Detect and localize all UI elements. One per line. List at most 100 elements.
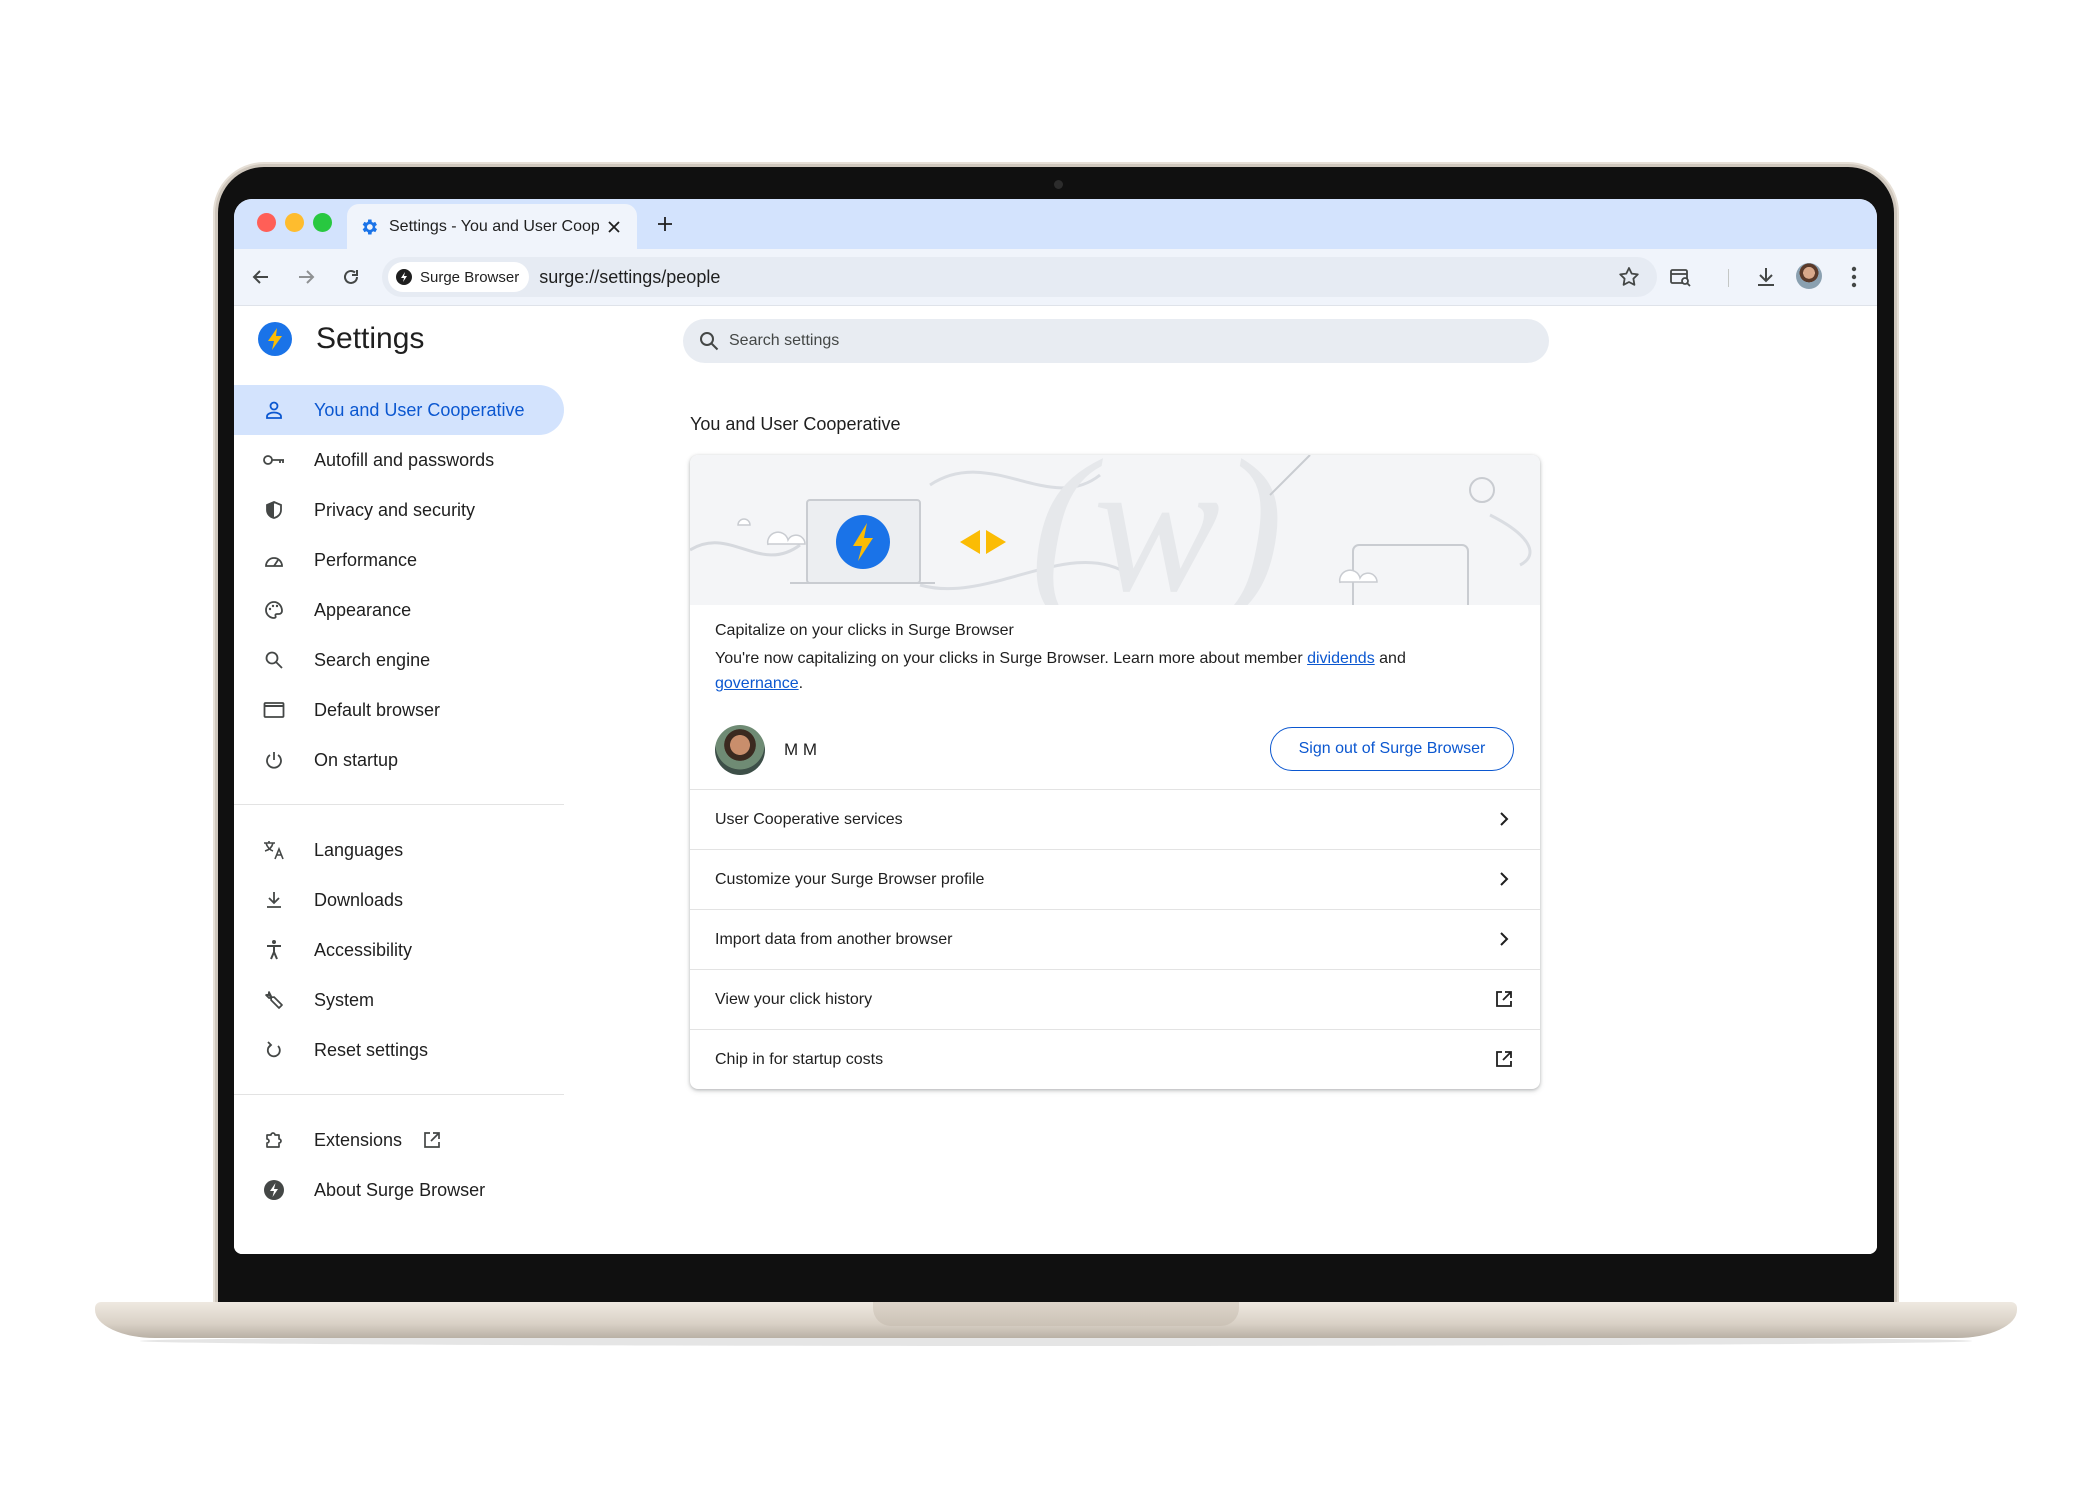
sidebar-item-label: Accessibility <box>314 939 413 960</box>
row-label: User Cooperative services <box>715 810 903 828</box>
card-heading: Capitalize on your clicks in Surge Brows… <box>715 622 1014 639</box>
sidebar-item-on-startup[interactable]: On startup <box>234 735 564 785</box>
minimize-window-button[interactable] <box>285 213 304 232</box>
dividends-link[interactable]: dividends <box>1307 650 1375 667</box>
close-window-button[interactable] <box>257 213 276 232</box>
avatar <box>715 725 765 775</box>
sidebar-item-privacy[interactable]: Privacy and security <box>234 485 564 535</box>
search-box[interactable] <box>683 319 1549 363</box>
sidebar-item-label: On startup <box>314 749 399 770</box>
forward-icon[interactable] <box>291 262 321 292</box>
download-icon <box>262 888 286 912</box>
sidebar-item-label: About Surge Browser <box>314 1179 486 1200</box>
section-title: You and User Cooperative <box>690 414 901 434</box>
sidebar-item-label: Performance <box>314 549 418 570</box>
sidebar-item-languages[interactable]: Languages <box>234 825 564 875</box>
external-link-icon <box>1493 1048 1515 1070</box>
search-input[interactable] <box>729 332 1509 350</box>
row-label: Chip in for startup costs <box>715 1050 884 1068</box>
tab-search-icon[interactable] <box>1666 263 1694 291</box>
search-icon <box>699 331 719 351</box>
site-info-chip[interactable]: Surge Browser <box>388 262 530 292</box>
page-title: Settings <box>316 322 425 355</box>
close-tab-icon[interactable] <box>603 216 625 238</box>
site-chip-label: Surge Browser <box>420 268 520 286</box>
surge-logo-icon <box>396 269 412 285</box>
sidebar-item-about[interactable]: About Surge Browser <box>234 1165 564 1215</box>
translate-icon <box>262 838 286 862</box>
sidebar-item-label: Extensions <box>314 1129 403 1150</box>
row-label: Customize your Surge Browser profile <box>715 870 985 888</box>
browser-window-icon <box>262 698 286 722</box>
svg-text:(w): (w) <box>1030 455 1283 605</box>
row-import-data[interactable]: Import data from another browser <box>690 909 1540 969</box>
speedometer-icon <box>262 548 286 572</box>
description-text: You're now capitalizing on your clicks i… <box>715 650 1308 667</box>
settings-page: Settings You and User Cooperative Autofi… <box>234 306 1877 1254</box>
row-customize-profile[interactable]: Customize your Surge Browser profile <box>690 849 1540 909</box>
sidebar-item-label: Downloads <box>314 889 404 910</box>
sidebar-item-autofill[interactable]: Autofill and passwords <box>234 435 564 485</box>
reset-icon <box>262 1038 286 1062</box>
search-icon <box>262 648 286 672</box>
new-tab-icon[interactable] <box>652 211 678 237</box>
external-link-icon <box>422 1130 442 1150</box>
webcam <box>1054 180 1063 189</box>
sidebar-item-accessibility[interactable]: Accessibility <box>234 925 564 975</box>
key-icon <box>262 448 286 472</box>
sign-out-button[interactable]: Sign out of Surge Browser <box>1270 727 1514 771</box>
cooperative-card: (w) Capitalize on your clicks in Surge B… <box>690 455 1540 1089</box>
sidebar-item-downloads[interactable]: Downloads <box>234 875 564 925</box>
row-user-cooperative-services[interactable]: User Cooperative services <box>690 789 1540 849</box>
sidebar-item-appearance[interactable]: Appearance <box>234 585 564 635</box>
toolbar-divider <box>1728 269 1729 287</box>
back-icon[interactable] <box>246 262 276 292</box>
chevron-right-icon <box>1493 928 1515 950</box>
bookmark-star-icon[interactable] <box>1617 265 1641 289</box>
reload-icon[interactable] <box>336 262 366 292</box>
sidebar-item-you-and-user-cooperative[interactable]: You and User Cooperative <box>234 385 564 435</box>
tab-settings[interactable]: Settings - You and User Cooperative <box>347 204 637 249</box>
toolbar: Surge Browser surge://settings/people <box>234 249 1877 306</box>
profile-avatar[interactable] <box>1796 263 1822 289</box>
more-menu-icon[interactable] <box>1840 263 1868 291</box>
account-name: M M <box>784 740 818 759</box>
sidebar-item-label: You and User Cooperative <box>314 399 525 420</box>
sidebar-item-label: Appearance <box>314 599 412 620</box>
palette-icon <box>262 598 286 622</box>
sidebar-item-system[interactable]: System <box>234 975 564 1025</box>
url-text[interactable]: surge://settings/people <box>539 267 720 288</box>
chevron-right-icon <box>1493 868 1515 890</box>
accessibility-icon <box>262 938 286 962</box>
sidebar-divider <box>234 804 564 805</box>
sidebar-item-label: System <box>314 989 375 1010</box>
sidebar-item-label: Default browser <box>314 699 441 720</box>
sidebar-item-extensions[interactable]: Extensions <box>234 1115 564 1165</box>
sidebar-item-performance[interactable]: Performance <box>234 535 564 585</box>
external-link-icon <box>1493 988 1515 1010</box>
puzzle-icon <box>262 1128 286 1152</box>
banner-illustration: (w) <box>690 455 1540 632</box>
sidebar-item-label: Autofill and passwords <box>314 449 495 470</box>
sidebar-item-label: Reset settings <box>314 1039 429 1060</box>
laptop-notch <box>873 1302 1239 1326</box>
account-row: M M Sign out of Surge Browser <box>690 723 1540 789</box>
maximize-window-button[interactable] <box>313 213 332 232</box>
description-and: and <box>1374 650 1406 667</box>
sidebar-divider <box>234 1094 564 1095</box>
sidebar-item-reset-settings[interactable]: Reset settings <box>234 1025 564 1075</box>
sidebar-item-default-browser[interactable]: Default browser <box>234 685 564 735</box>
shield-icon <box>262 498 286 522</box>
row-startup-costs[interactable]: Chip in for startup costs <box>690 1029 1540 1089</box>
row-click-history[interactable]: View your click history <box>690 969 1540 1029</box>
tab-strip: Settings - You and User Cooperative <box>234 199 1877 249</box>
download-icon[interactable] <box>1752 263 1780 291</box>
governance-link[interactable]: governance <box>715 675 799 692</box>
sidebar-item-label: Languages <box>314 839 404 860</box>
tab-title: Settings - You and User Cooperative <box>389 217 600 235</box>
address-bar[interactable]: Surge Browser surge://settings/people <box>382 257 1657 297</box>
gear-icon <box>359 217 379 237</box>
row-label: View your click history <box>715 990 873 1008</box>
sidebar-item-search-engine[interactable]: Search engine <box>234 635 564 685</box>
chevron-right-icon <box>1493 808 1515 830</box>
